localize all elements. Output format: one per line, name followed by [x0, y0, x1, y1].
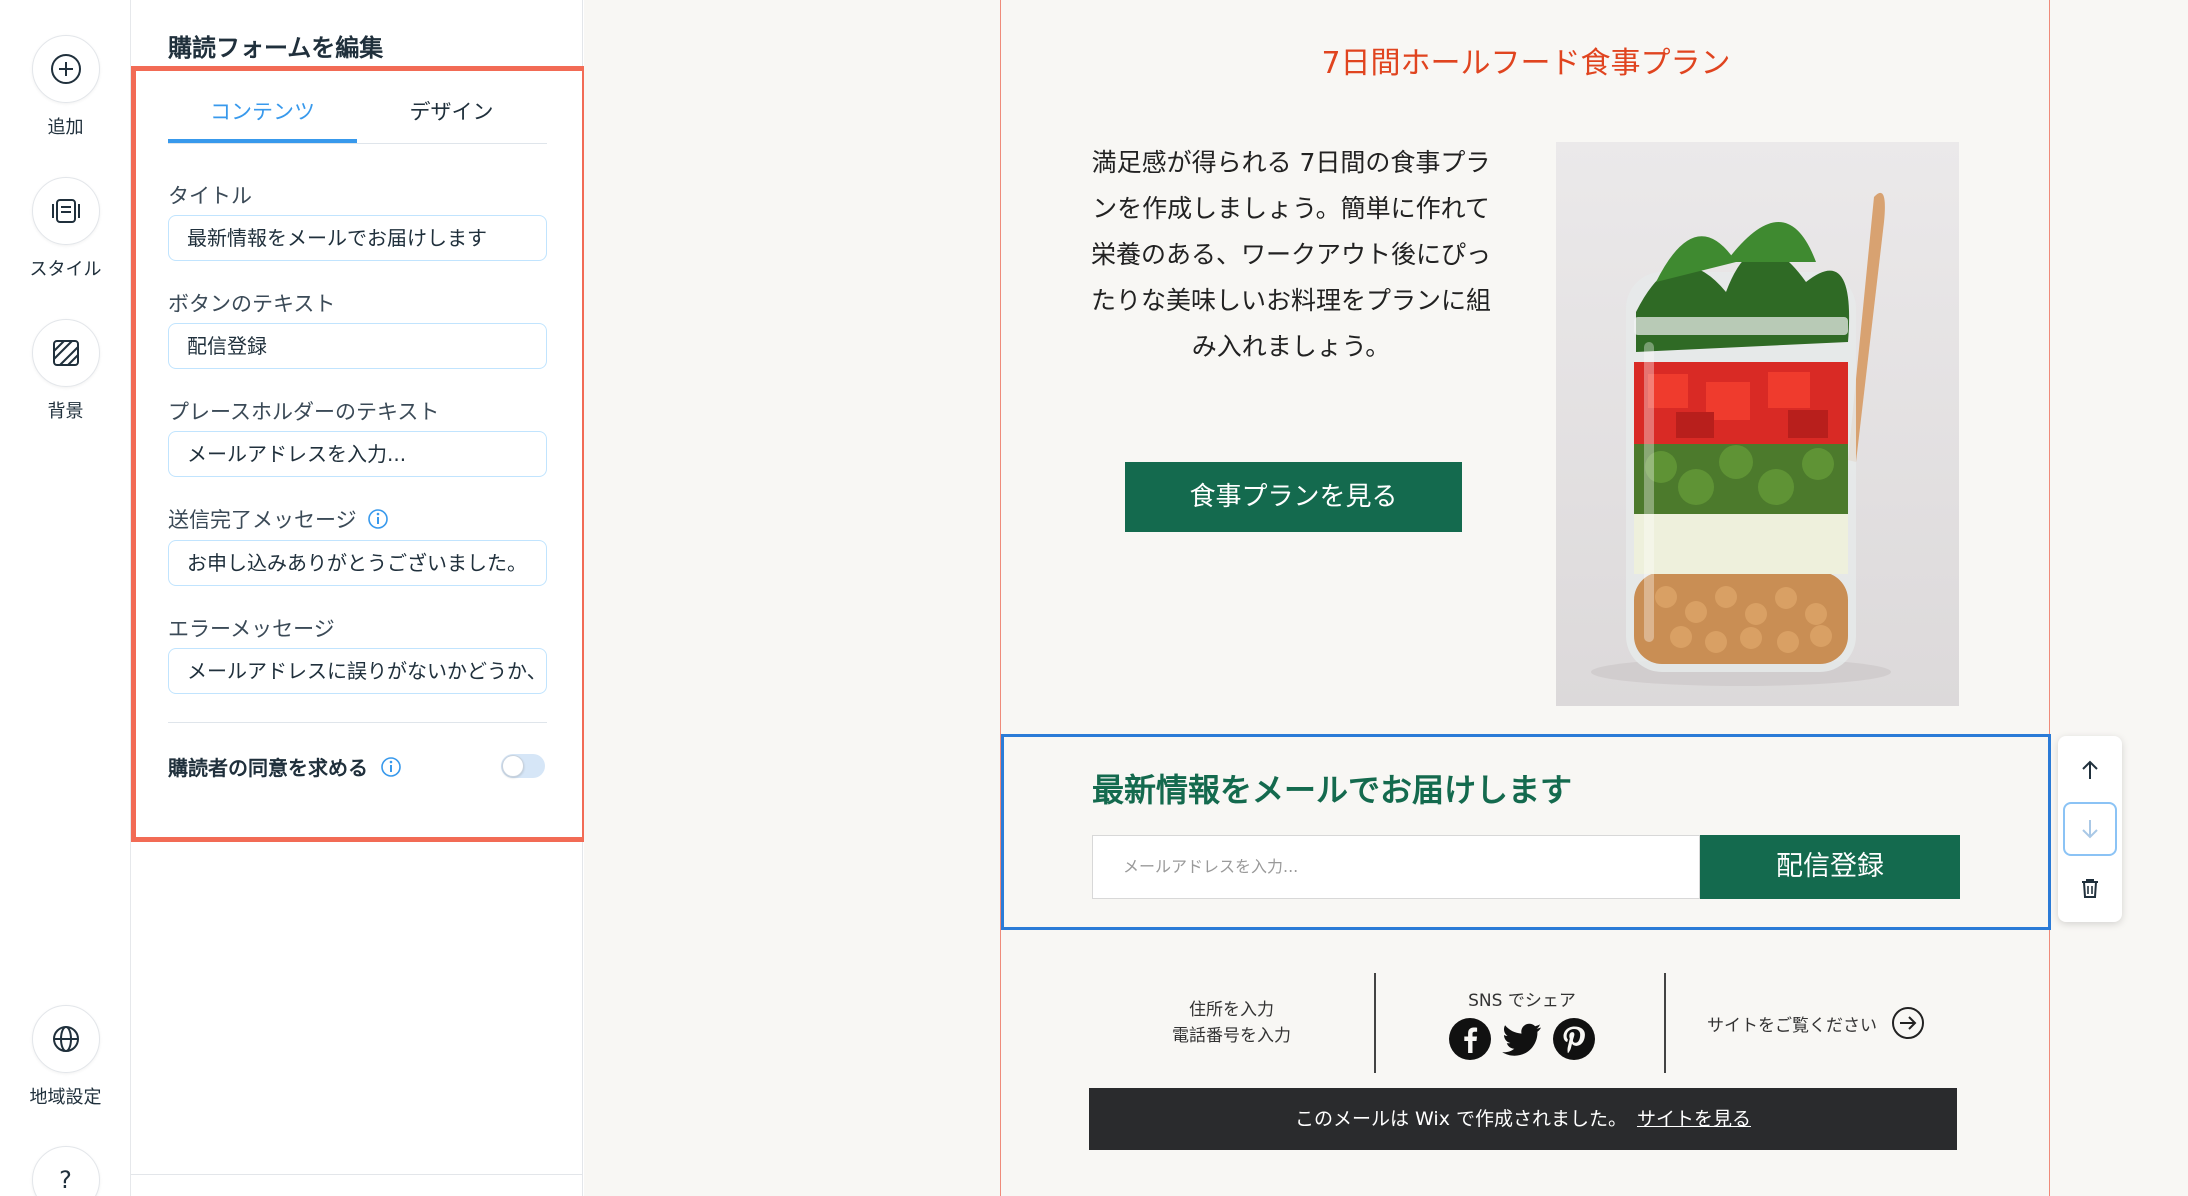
style-icon [31, 177, 100, 245]
title-label-text: タイトル [168, 184, 252, 208]
wix-site-link[interactable]: サイトを見る [1637, 1108, 1751, 1130]
subscribe-email-input[interactable]: メールアドレスを入力... [1092, 835, 1700, 899]
footer-visit-site-link[interactable]: サイトをご覧ください [1671, 975, 1961, 1071]
salad-jar-image[interactable] [1556, 142, 1959, 706]
rail-background-button[interactable]: 背景 [0, 319, 131, 423]
consent-label: 購読者の同意を求める [168, 756, 368, 780]
arrow-down-icon [2082, 820, 2098, 839]
help-icon: ? [31, 1146, 100, 1196]
plus-icon [31, 35, 100, 103]
button-label-text: ボタンのテキスト [168, 292, 336, 316]
wix-credit-text: このメールは Wix で作成されました。 [1295, 1108, 1627, 1130]
background-icon [31, 319, 100, 387]
footer-contact[interactable]: 住所を入力 電話番号を入力 [1089, 975, 1374, 1071]
consent-toggle[interactable] [501, 754, 545, 778]
hero-text[interactable]: 満足感が得られる 7日間の食事プランを作成しましょう。簡単に作れて栄養のある、ワ… [1086, 140, 1496, 370]
facebook-icon[interactable] [1448, 1017, 1492, 1061]
section-action-toolbar [2058, 736, 2122, 922]
salad-jar-illustration [1591, 192, 1891, 686]
email-preview: 7日間ホールフード食事プラン 満足感が得られる 7日間の食事プランを作成しましょ… [1000, 0, 2051, 1196]
panel-divider [168, 722, 547, 723]
rail-region-button[interactable]: 地域設定 [0, 1005, 131, 1109]
footer-share: SNS でシェア [1377, 975, 1667, 1071]
footer-share-title: SNS でシェア [1468, 990, 1576, 1011]
info-icon[interactable] [380, 756, 402, 778]
panel-title: 購読フォームを編集 [168, 34, 384, 62]
panel-bottom-divider [131, 1174, 583, 1175]
error-label-text: エラーメッセージ [168, 617, 335, 641]
move-up-button[interactable] [2063, 743, 2117, 797]
subscribe-section[interactable]: 最新情報をメールでお届けします メールアドレスを入力... 配信登録 [1001, 734, 2051, 930]
consent-row: 購読者の同意を求める [168, 752, 402, 781]
rail-style-button[interactable]: スタイル [0, 177, 131, 281]
placeholder-input[interactable]: メールアドレスを入力... [168, 431, 547, 477]
panel-tabs: コンテンツ デザイン [168, 92, 547, 144]
rail-region-label: 地域設定 [29, 1087, 102, 1108]
button-text-input[interactable]: 配信登録 [168, 323, 547, 369]
rail-add-label: 追加 [47, 117, 84, 138]
success-field-label: 送信完了メッセージ [168, 504, 389, 534]
edit-panel: 購読フォームを編集 コンテンツ デザイン タイトル 最新情報をメールでお届けしま… [131, 0, 587, 1196]
pinterest-icon[interactable] [1552, 1017, 1596, 1061]
hero-title[interactable]: 7日間ホールフード食事プラン [1001, 38, 2051, 82]
footer-site-text: サイトをご覧ください [1707, 1015, 1877, 1036]
arrow-up-icon [2082, 760, 2098, 779]
move-down-button[interactable] [2063, 802, 2117, 856]
tab-design[interactable]: デザイン [357, 92, 546, 143]
editor-canvas: 7日間ホールフード食事プラン 満足感が得られる 7日間の食事プランを作成しましょ… [584, 0, 2188, 1196]
error-field-label: エラーメッセージ [168, 613, 335, 643]
share-icons [1448, 1017, 1596, 1061]
success-label-text: 送信完了メッセージ [168, 508, 357, 532]
footer-separator [1374, 973, 1376, 1073]
subscribe-title: 最新情報をメールでお届けします [1092, 771, 1573, 809]
footer-address: 住所を入力 [1189, 1000, 1274, 1020]
help-glyph: ? [59, 1166, 72, 1194]
placeholder-label-text: プレースホルダーのテキスト [168, 400, 440, 424]
placeholder-field-label: プレースホルダーのテキスト [168, 396, 439, 426]
toggle-knob [502, 755, 524, 777]
arrow-right-circle-icon [1892, 1007, 1924, 1039]
error-message-input[interactable]: メールアドレスに誤りがないかどうか、 [168, 648, 547, 694]
rail-background-label: 背景 [47, 401, 84, 422]
twitter-icon[interactable] [1500, 1017, 1544, 1061]
left-rail: 追加 スタイル 背景 地域設定 ? [0, 0, 131, 1196]
success-message-input[interactable]: お申し込みありがとうございました。 [168, 540, 547, 586]
globe-icon [31, 1005, 100, 1073]
tab-content[interactable]: コンテンツ [168, 92, 357, 143]
meal-plan-button[interactable]: 食事プランを見る [1125, 462, 1462, 532]
footer-separator [1664, 973, 1666, 1073]
title-input[interactable]: 最新情報をメールでお届けします [168, 215, 547, 261]
title-field-label: タイトル [168, 180, 252, 210]
wix-credit-bar: このメールは Wix で作成されました。 サイトを見る [1089, 1088, 1957, 1150]
rail-help-button[interactable]: ? [0, 1146, 131, 1196]
trash-icon [2082, 879, 2098, 898]
rail-style-label: スタイル [29, 259, 102, 280]
info-icon[interactable] [367, 508, 389, 530]
footer-phone: 電話番号を入力 [1172, 1026, 1291, 1046]
delete-section-button[interactable] [2063, 861, 2117, 915]
button-field-label: ボタンのテキスト [168, 288, 335, 318]
subscribe-button[interactable]: 配信登録 [1700, 835, 1960, 899]
rail-add-button[interactable]: 追加 [0, 35, 131, 139]
